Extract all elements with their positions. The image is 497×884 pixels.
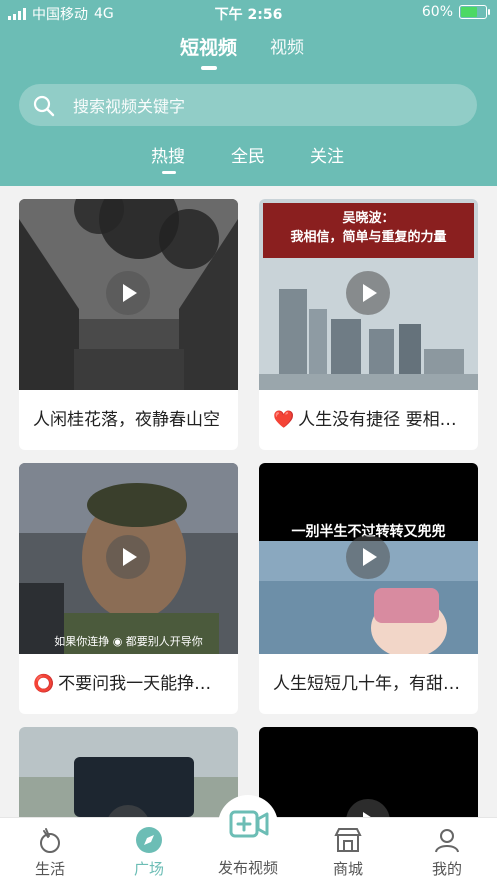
- tab-short-video[interactable]: 短视频: [180, 33, 237, 60]
- play-icon[interactable]: [346, 271, 390, 315]
- tab-everyone[interactable]: 全民: [231, 142, 265, 167]
- search-bar[interactable]: [19, 84, 477, 126]
- card-title: ⭕ 不要问我一天能挣多少钱: [33, 674, 228, 694]
- status-bar: 中国移动 4G 下午 2:56 60%: [0, 4, 497, 24]
- nav-publish-video[interactable]: 发布视频: [208, 800, 288, 883]
- search-input[interactable]: [71, 92, 455, 120]
- battery-icon: [459, 5, 490, 19]
- shop-icon: [334, 828, 362, 852]
- tab-video[interactable]: 视频: [270, 33, 304, 58]
- profile-icon: [435, 829, 459, 853]
- thumbnail-subtitle: 如果你连挣 ◉ 都要别人开导你: [54, 635, 203, 648]
- heart-icon: ❤️: [273, 410, 295, 430]
- top-tab-indicator: [201, 66, 217, 70]
- video-card[interactable]: 吴晓波： 我相信，简单与重复的力量 ❤️人生没有捷径 要相信简单与重复的力量: [259, 199, 478, 450]
- circle-icon: ⭕: [33, 674, 55, 694]
- video-card[interactable]: 一别半生不过转转又兜兜 人生短短几十年，有甜也有苦: [259, 463, 478, 714]
- battery-percent: 60%: [421, 4, 453, 20]
- card-title: ❤️人生没有捷径 要相信简单与重复的力量: [273, 410, 468, 430]
- video-card[interactable]: [19, 727, 238, 827]
- sub-tabs: 热搜 全民 关注: [0, 142, 497, 172]
- nav-publish-label: 发布视频: [217, 859, 278, 877]
- play-icon[interactable]: [346, 535, 390, 579]
- nav-life-label: 生活: [34, 860, 65, 878]
- video-card[interactable]: [259, 727, 478, 827]
- nav-shop-label: 商城: [332, 860, 363, 878]
- nav-profile-label: 我的: [431, 860, 462, 878]
- search-icon: [33, 95, 55, 117]
- header: 中国移动 4G 下午 2:56 60% 短视频 视频 热搜 全民 关注: [0, 0, 497, 186]
- top-tabs: 短视频 视频: [0, 33, 497, 73]
- tab-following[interactable]: 关注: [310, 142, 344, 167]
- video-card[interactable]: 如果你连挣 ◉ 都要别人开导你 ⭕ 不要问我一天能挣多少钱: [19, 463, 238, 714]
- card-title: 人闲桂花落，夜静春山空: [33, 410, 220, 430]
- play-icon[interactable]: [106, 271, 150, 315]
- tab-hot-search[interactable]: 热搜: [151, 142, 185, 167]
- nav-square-label: 广场: [133, 860, 164, 878]
- card-title: 人生短短几十年，有甜也有苦: [273, 674, 468, 694]
- publish-video-icon: [229, 810, 269, 838]
- video-card[interactable]: 人闲桂花落，夜静春山空: [19, 199, 238, 450]
- play-icon[interactable]: [106, 535, 150, 579]
- compass-icon: [136, 827, 162, 853]
- life-icon: [40, 828, 60, 853]
- thumbnail-text: 我相信，简单与重复的力量: [290, 230, 447, 245]
- sub-tab-indicator: [162, 171, 176, 174]
- thumbnail-author: 吴晓波：: [342, 211, 395, 226]
